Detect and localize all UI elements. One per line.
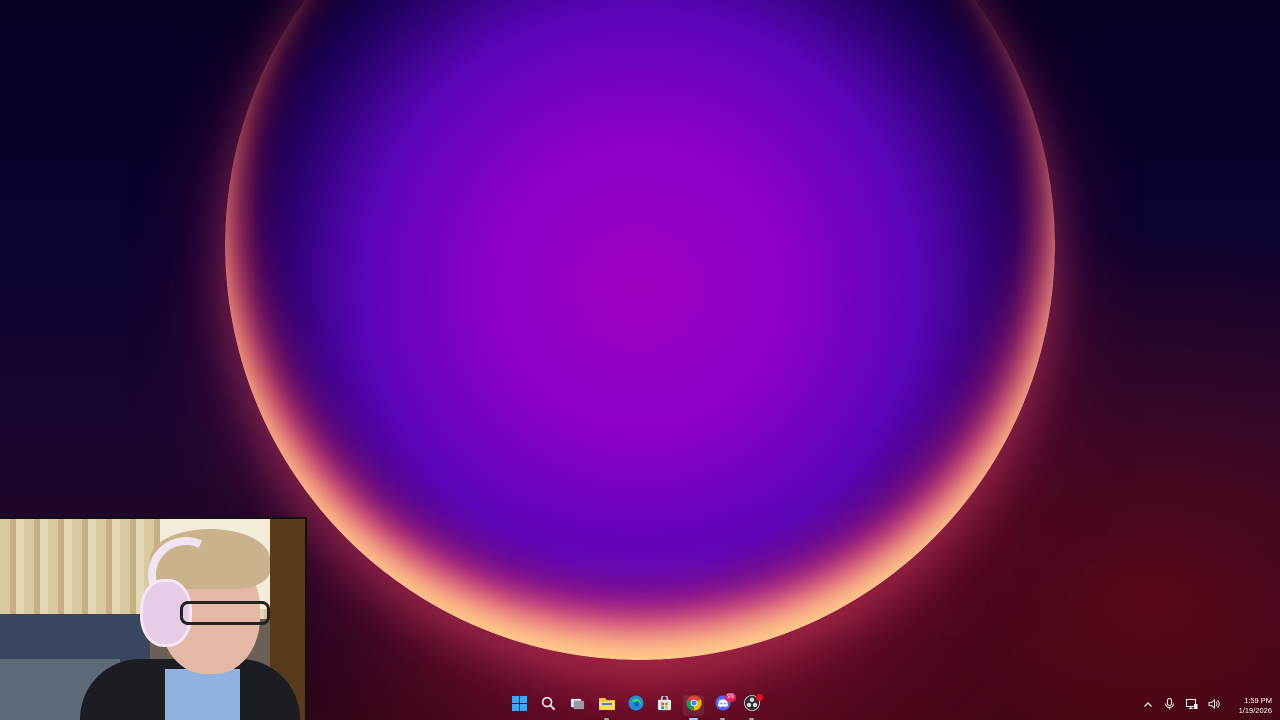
webcam-overlay	[0, 517, 307, 720]
webcam-glasses	[180, 601, 270, 625]
recording-indicator	[756, 694, 763, 701]
wallpaper-orb	[225, 0, 1055, 660]
taskbar-apps: 99	[509, 691, 763, 720]
task-view-icon	[570, 696, 585, 716]
chrome-button[interactable]	[683, 695, 704, 720]
chrome-icon	[686, 695, 702, 716]
network-icon	[1185, 697, 1198, 715]
volume-icon	[1208, 697, 1220, 715]
desktop[interactable]: 99 1:59 PM 1/19/2026	[0, 0, 1280, 720]
system-tray: 1:59 PM 1/19/2026	[1141, 691, 1272, 720]
folder-icon	[598, 696, 615, 716]
edge-icon	[628, 695, 644, 716]
store-button[interactable]	[654, 694, 675, 716]
obs-button[interactable]	[741, 694, 763, 720]
clock-date: 1/19/2026	[1238, 705, 1272, 715]
windows-start-icon	[512, 695, 527, 716]
volume-button[interactable]	[1207, 697, 1221, 715]
discord-button[interactable]: 99	[712, 693, 736, 720]
taskbar: 99 1:59 PM 1/19/2026	[0, 691, 1280, 720]
clock-time: 1:59 PM	[1244, 695, 1272, 705]
discord-badge: 99	[725, 693, 736, 702]
microphone-icon	[1164, 697, 1175, 715]
store-icon	[657, 694, 672, 716]
clock[interactable]: 1:59 PM 1/19/2026	[1239, 696, 1272, 716]
microphone-button[interactable]	[1163, 697, 1177, 715]
start-button[interactable]	[509, 695, 530, 716]
show-hidden-icons-button[interactable]	[1141, 699, 1155, 713]
network-button[interactable]	[1185, 697, 1199, 715]
chevron-up-icon	[1143, 697, 1153, 715]
task-view-button[interactable]	[567, 695, 588, 716]
file-explorer-button[interactable]	[596, 695, 617, 720]
edge-button[interactable]	[625, 695, 646, 716]
search-button[interactable]	[538, 695, 559, 716]
search-icon	[541, 696, 556, 716]
